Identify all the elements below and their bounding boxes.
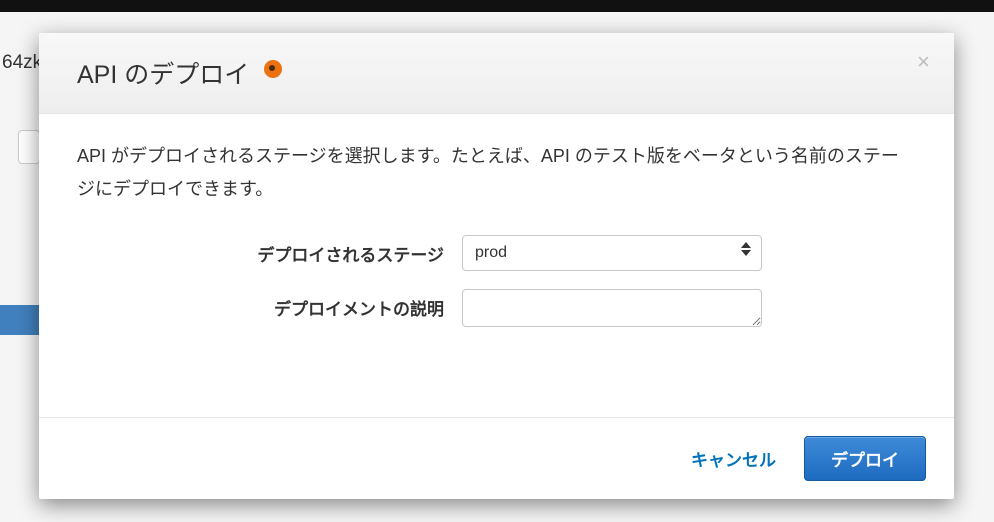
deployment-description-label: デプロイメントの説明 bbox=[77, 289, 462, 320]
form-row-stage: デプロイされるステージ prod bbox=[77, 235, 916, 271]
modal-title: API のデプロイ bbox=[77, 55, 282, 91]
deployment-description-input[interactable] bbox=[462, 289, 762, 327]
chevron-down-icon bbox=[741, 250, 751, 256]
deploy-button[interactable]: デプロイ bbox=[804, 436, 926, 481]
close-button[interactable]: × bbox=[917, 51, 930, 73]
modal-description: API がデプロイされるステージを選択します。たとえば、API のテスト版をベー… bbox=[77, 140, 916, 207]
deployment-description-wrap bbox=[462, 289, 762, 332]
modal-footer: キャンセル デプロイ bbox=[39, 417, 954, 499]
select-caret-icon bbox=[741, 242, 751, 256]
stage-select-wrap: prod bbox=[462, 235, 762, 271]
modal-overlay: API のデプロイ × API がデプロイされるステージを選択します。たとえば、… bbox=[0, 0, 994, 522]
stage-select-value: prod bbox=[475, 244, 507, 262]
modal-body: API がデプロイされるステージを選択します。たとえば、API のテスト版をベー… bbox=[39, 114, 954, 417]
unsaved-indicator-icon bbox=[264, 60, 282, 78]
stage-label: デプロイされるステージ bbox=[77, 235, 462, 266]
modal-title-text: API のデプロイ bbox=[77, 61, 249, 89]
deploy-api-modal: API のデプロイ × API がデプロイされるステージを選択します。たとえば、… bbox=[39, 33, 954, 499]
close-icon: × bbox=[917, 49, 930, 74]
modal-header: API のデプロイ × bbox=[39, 33, 954, 114]
chevron-up-icon bbox=[741, 242, 751, 248]
form-row-description: デプロイメントの説明 bbox=[77, 289, 916, 332]
stage-select[interactable]: prod bbox=[462, 235, 762, 271]
cancel-button[interactable]: キャンセル bbox=[685, 438, 782, 479]
